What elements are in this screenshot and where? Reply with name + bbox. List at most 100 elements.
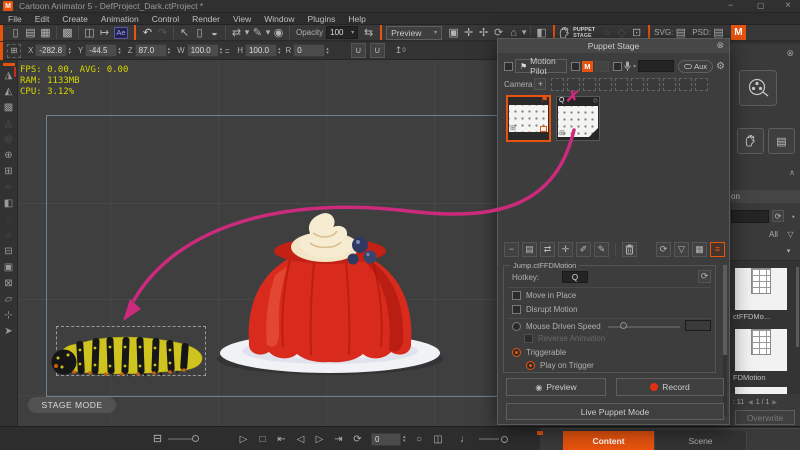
spinner[interactable]: ▴▾ bbox=[403, 435, 406, 443]
search-input[interactable] bbox=[731, 210, 769, 223]
visibility-icon[interactable]: ◉ bbox=[271, 25, 286, 40]
camera-slot[interactable] bbox=[663, 78, 676, 91]
motion-thumb-selected[interactable]: ⚑ ⊞ bbox=[506, 95, 551, 142]
dropdown-caret-icon[interactable]: ▾ bbox=[351, 29, 354, 36]
puppet-stage-button[interactable]: PUPPET STAGE bbox=[559, 27, 595, 39]
menu-item[interactable]: Control bbox=[152, 14, 179, 24]
close-panel-icon[interactable]: ⊗ bbox=[786, 48, 794, 59]
grid-tool-icon[interactable]: ⊟ bbox=[1, 244, 17, 259]
next-frame-button[interactable]: ▷ bbox=[314, 432, 325, 447]
camera-slot[interactable] bbox=[647, 78, 660, 91]
dropdown-caret-icon[interactable]: ▾ bbox=[633, 63, 636, 70]
history-clock-icon[interactable]: ◔ bbox=[786, 209, 799, 224]
prev-frame-button[interactable]: ◁ bbox=[295, 432, 306, 447]
preview-button[interactable]: ◉ Preview bbox=[506, 378, 606, 396]
redo-icon[interactable]: ↷ bbox=[155, 25, 170, 40]
keyboard-icon[interactable]: ⊞ bbox=[1, 164, 17, 179]
menu-item[interactable]: Window bbox=[264, 14, 294, 24]
preview-mode-select[interactable]: Preview▾ bbox=[386, 26, 442, 40]
scrollbar-thumb[interactable] bbox=[723, 265, 727, 355]
pointer-tool-icon[interactable]: ➤ bbox=[1, 324, 17, 339]
template-category-button[interactable]: ▤ bbox=[768, 128, 795, 154]
spinner[interactable]: ▴▾ bbox=[278, 47, 281, 55]
stage-mode-badge[interactable]: STAGE MODE bbox=[28, 397, 116, 413]
list-view-button[interactable]: ≡ bbox=[710, 242, 725, 257]
loop-button[interactable]: ⟳ bbox=[352, 432, 363, 447]
sort-caret-icon[interactable]: ▾ bbox=[781, 243, 796, 258]
transform-field[interactable]: 0 bbox=[293, 44, 325, 57]
anchor-motion-button[interactable]: ✛ bbox=[558, 242, 573, 257]
speed-slider-track[interactable] bbox=[608, 326, 680, 328]
audio-checkbox[interactable] bbox=[613, 62, 622, 71]
minimize-button[interactable]: − bbox=[728, 0, 733, 10]
animation-library-button[interactable] bbox=[739, 70, 777, 106]
move-in-place-row[interactable]: Move in Place bbox=[512, 291, 576, 300]
record-button[interactable]: Record bbox=[616, 378, 724, 396]
ease-out-curve-icon[interactable]: ∪ bbox=[370, 43, 385, 58]
gesture-icon[interactable]: ⊕ bbox=[1, 148, 17, 163]
refresh-button[interactable]: ⟳ bbox=[656, 242, 671, 257]
triggerable-row[interactable]: Triggerable bbox=[512, 348, 566, 357]
spinner[interactable]: ▴▾ bbox=[168, 47, 171, 55]
microphone-icon[interactable] bbox=[624, 61, 631, 72]
pin-icon[interactable]: ◎ bbox=[593, 97, 598, 104]
overwrite-button[interactable]: Overwrite bbox=[735, 410, 795, 425]
disrupt-motion-row[interactable]: Disrupt Motion bbox=[512, 305, 578, 314]
filter-funnel-icon[interactable]: ▽ bbox=[783, 227, 798, 242]
refresh-library-button[interactable]: ⟳ bbox=[772, 210, 784, 222]
open-project-icon[interactable]: ▤ bbox=[23, 25, 38, 40]
composer-icon[interactable]: ▩ bbox=[1, 100, 17, 115]
library-item[interactable] bbox=[735, 329, 787, 371]
add-actor-icon[interactable]: ◭ bbox=[1, 84, 17, 99]
menu-item[interactable]: Help bbox=[348, 14, 365, 24]
ease-in-curve-icon[interactable]: ∪ bbox=[351, 43, 366, 58]
go-end-button[interactable]: ⇥ bbox=[333, 432, 344, 447]
play-button[interactable]: ▷ bbox=[238, 432, 249, 447]
opacity-field[interactable]: 100▾ bbox=[326, 26, 358, 39]
pen-button[interactable]: ✎ bbox=[594, 242, 609, 257]
layer-manager-icon[interactable]: ▣ bbox=[1, 260, 17, 275]
select-tool-icon[interactable]: ↖ bbox=[177, 25, 192, 40]
m-mode-checkbox[interactable] bbox=[571, 62, 580, 71]
spring-icon[interactable]: ≈ bbox=[1, 180, 17, 195]
speed-field[interactable] bbox=[685, 320, 711, 331]
caption-slider-knob[interactable] bbox=[192, 435, 199, 442]
delete-motion-button[interactable] bbox=[622, 242, 637, 257]
transform-field[interactable]: -44.5 bbox=[85, 44, 117, 57]
snapshot-icon[interactable]: ◫ bbox=[433, 432, 444, 447]
menu-item[interactable]: View bbox=[233, 14, 251, 24]
motion-icon[interactable]: ◬ bbox=[1, 116, 17, 131]
motion-pilot-badge[interactable]: M bbox=[731, 25, 746, 40]
filter-button[interactable]: ▽ bbox=[674, 242, 689, 257]
render-preview-icon[interactable]: ◫ bbox=[82, 25, 97, 40]
camera-slot[interactable] bbox=[695, 78, 708, 91]
menu-item[interactable]: Create bbox=[62, 14, 88, 24]
save-project-icon[interactable]: ▦ bbox=[38, 25, 53, 40]
scrollbar[interactable] bbox=[796, 267, 799, 347]
spinner[interactable]: ▴▾ bbox=[68, 47, 71, 55]
move-in-place-checkbox[interactable] bbox=[512, 291, 521, 300]
menu-item[interactable]: File bbox=[8, 14, 22, 24]
content-store-icon[interactable]: ▩ bbox=[60, 25, 75, 40]
save-motion-button[interactable]: ▦ bbox=[692, 242, 707, 257]
smart-ik-icon[interactable]: ○ bbox=[1, 228, 17, 243]
play-on-trigger-row[interactable]: Play on Trigger bbox=[526, 361, 594, 370]
volume-slider-track[interactable] bbox=[479, 438, 499, 440]
export-icon[interactable]: ↦ bbox=[97, 25, 112, 40]
prop-3d-icon[interactable]: ⊠ bbox=[1, 276, 17, 291]
puppet-category-button[interactable] bbox=[737, 128, 764, 154]
motion-pilot-checkbox[interactable] bbox=[504, 62, 513, 71]
panel-titlebar[interactable]: Puppet Stage ⊗ bbox=[498, 39, 729, 53]
add-camera-button[interactable]: + bbox=[534, 78, 546, 90]
live-puppet-mode-button[interactable]: Live Puppet Mode bbox=[506, 403, 724, 420]
volume-slider-knob[interactable] bbox=[501, 436, 508, 443]
move-icon[interactable]: ✢ bbox=[476, 25, 491, 40]
menu-item[interactable]: Render bbox=[192, 14, 220, 24]
puppet-stage-panel[interactable]: Puppet Stage ⊗ ⚑ Motion Pilot M ▾ Aux ⚙ … bbox=[497, 38, 730, 425]
ffd-grid-icon[interactable]: ⊞ bbox=[7, 44, 21, 58]
reset-hotkey-button[interactable]: ⟳ bbox=[698, 270, 711, 283]
caption-toggle-icon[interactable]: ⊟ bbox=[150, 431, 165, 446]
camera-slot[interactable] bbox=[599, 78, 612, 91]
remove-motion-button[interactable]: − bbox=[504, 242, 519, 257]
layer-copy-icon[interactable]: ▣ bbox=[446, 25, 461, 40]
